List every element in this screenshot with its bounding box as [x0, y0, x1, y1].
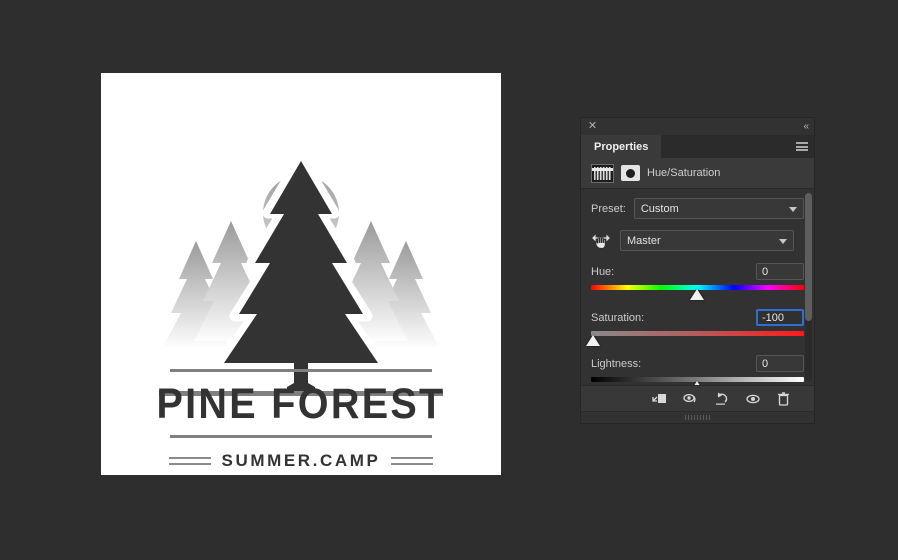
preset-value: Custom — [640, 202, 679, 215]
document-canvas[interactable]: PINE FOREST SUMMER.CAMP — [101, 73, 501, 475]
preset-row: Preset: Custom — [591, 198, 804, 219]
hue-slider-group: Hue: 0 — [591, 263, 804, 300]
channel-value: Master — [627, 234, 661, 247]
toggle-layer-visibility-icon[interactable] — [744, 390, 761, 407]
panel-tabbar: Properties — [581, 135, 814, 158]
title-rule-top — [170, 369, 432, 372]
logo-title: PINE FOREST — [156, 380, 446, 428]
title-rule-bottom — [170, 435, 432, 438]
reset-adjustment-icon[interactable] — [713, 390, 730, 407]
preset-select[interactable]: Custom — [633, 198, 804, 219]
layer-mask-icon[interactable] — [621, 165, 640, 181]
collapse-panel-icon[interactable]: « — [803, 121, 808, 132]
lightness-input[interactable]: 0 — [756, 355, 804, 372]
preset-label: Preset: — [591, 202, 626, 215]
saturation-label: Saturation: — [591, 311, 645, 324]
tab-properties[interactable]: Properties — [581, 135, 662, 158]
pine-forest-logo: PINE FOREST SUMMER.CAMP — [101, 73, 501, 475]
panel-menu-icon[interactable] — [790, 135, 814, 158]
channel-select[interactable]: Master — [620, 230, 794, 251]
panel-footer — [581, 385, 814, 411]
properties-panel[interactable]: ✕ « Properties Hue/Saturation Preset: Cu… — [581, 118, 814, 423]
saturation-track[interactable] — [591, 331, 804, 346]
logo-subtitle-row: SUMMER.CAMP — [101, 451, 501, 471]
hue-label: Hue: — [591, 265, 615, 278]
targeted-adjustment-hand-icon[interactable] — [591, 231, 611, 251]
panel-scrollbar[interactable] — [805, 193, 812, 381]
panel-topbar: ✕ « — [581, 118, 814, 135]
channel-row: Master — [591, 230, 804, 251]
lightness-track[interactable] — [591, 377, 804, 385]
adjustment-header: Hue/Saturation — [581, 158, 814, 189]
delete-adjustment-layer-icon[interactable] — [775, 390, 792, 407]
chevron-down-icon — [789, 206, 797, 212]
forest-illustration — [159, 151, 443, 396]
lightness-slider-group: Lightness: 0 — [591, 355, 804, 385]
scrollbar-thumb[interactable] — [805, 193, 812, 321]
tabbar-filler — [661, 135, 790, 158]
hue-slider-handle[interactable] — [690, 289, 705, 301]
chevron-down-icon — [779, 238, 787, 244]
hue-saturation-adjustment-icon[interactable] — [591, 163, 614, 183]
adjustment-name: Hue/Saturation — [647, 167, 721, 179]
saturation-slider-group: Saturation: -100 — [591, 309, 804, 346]
hue-input[interactable]: 0 — [756, 263, 804, 280]
saturation-input[interactable]: -100 — [756, 309, 804, 326]
panel-body: Preset: Custom Master Hue: 0 Saturation:… — [581, 189, 814, 385]
logo-text-block: PINE FOREST SUMMER.CAMP — [101, 369, 501, 471]
saturation-gradient — [591, 331, 804, 336]
hue-track[interactable] — [591, 285, 804, 300]
saturation-slider-handle[interactable] — [586, 335, 601, 347]
close-icon[interactable]: ✕ — [587, 121, 598, 132]
clip-to-layer-icon[interactable] — [651, 390, 668, 407]
logo-subtitle: SUMMER.CAMP — [221, 451, 381, 470]
lightness-slider-handle[interactable] — [690, 381, 705, 385]
subtitle-rule-right — [391, 457, 434, 465]
lightness-label: Lightness: — [591, 357, 642, 370]
panel-resize-grip[interactable] — [581, 411, 814, 423]
subtitle-rule-left — [168, 457, 211, 465]
toggle-previous-state-icon[interactable] — [682, 390, 699, 407]
